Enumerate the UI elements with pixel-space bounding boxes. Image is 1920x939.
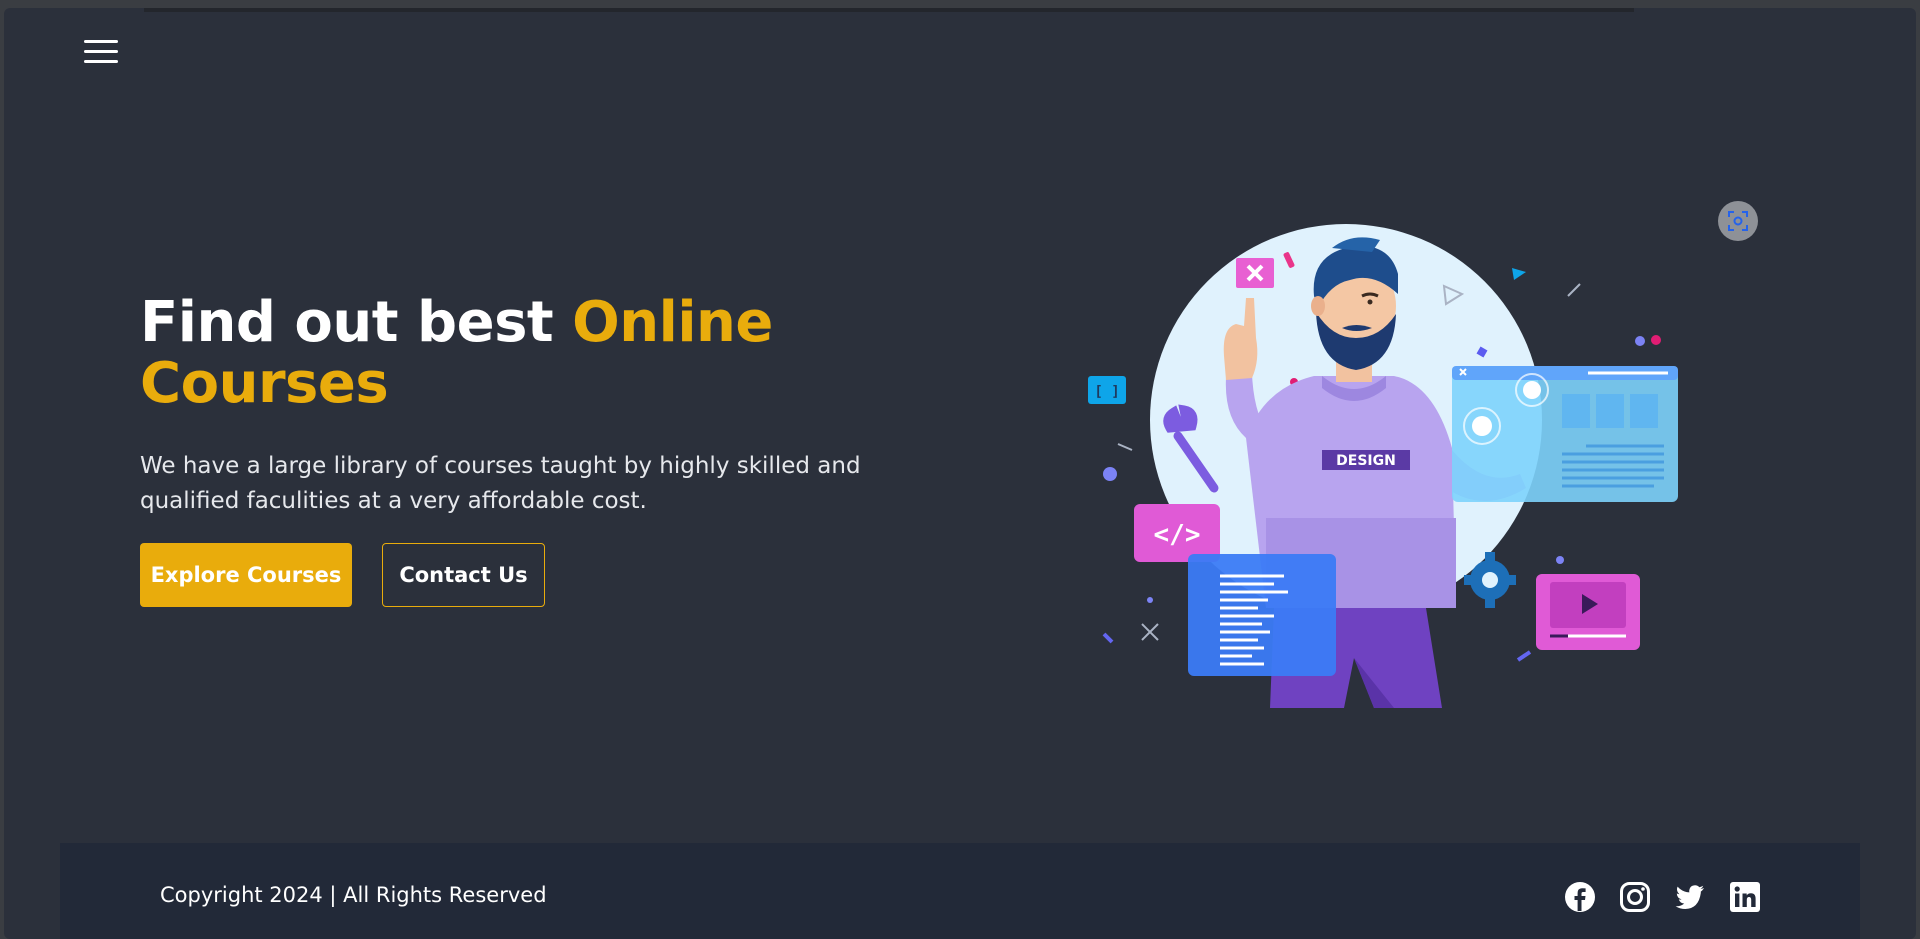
screenshot-scan-icon: [1728, 211, 1748, 231]
page: Find out best Online Courses We have a l…: [4, 8, 1916, 939]
copyright-text: Copyright 2024 | All Rights Reserved: [160, 883, 547, 907]
hero-description: We have a large library of courses taugh…: [140, 453, 861, 514]
scan-icon[interactable]: [1718, 201, 1758, 241]
contact-us-button[interactable]: Contact Us: [382, 543, 545, 607]
instagram-icon[interactable]: [1619, 881, 1651, 913]
linkedin-icon[interactable]: [1729, 881, 1761, 913]
window-top-edge: [144, 8, 1634, 12]
design-badge: DESIGN: [1336, 453, 1396, 469]
hamburger-menu-icon[interactable]: [84, 34, 120, 64]
code-tag: </>: [1154, 520, 1201, 550]
hero-title: Find out best Online Courses: [140, 292, 820, 414]
hero-title-plain: Find out best: [140, 290, 573, 355]
facebook-icon[interactable]: [1564, 881, 1596, 913]
footer: Copyright 2024 | All Rights Reserved: [60, 843, 1860, 939]
explore-courses-button[interactable]: Explore Courses: [140, 543, 352, 607]
twitter-icon[interactable]: [1674, 881, 1706, 913]
bracket-tag: [ ]: [1094, 384, 1119, 400]
hero-illustration: [ ] DESIGN </>: [1088, 224, 1678, 708]
